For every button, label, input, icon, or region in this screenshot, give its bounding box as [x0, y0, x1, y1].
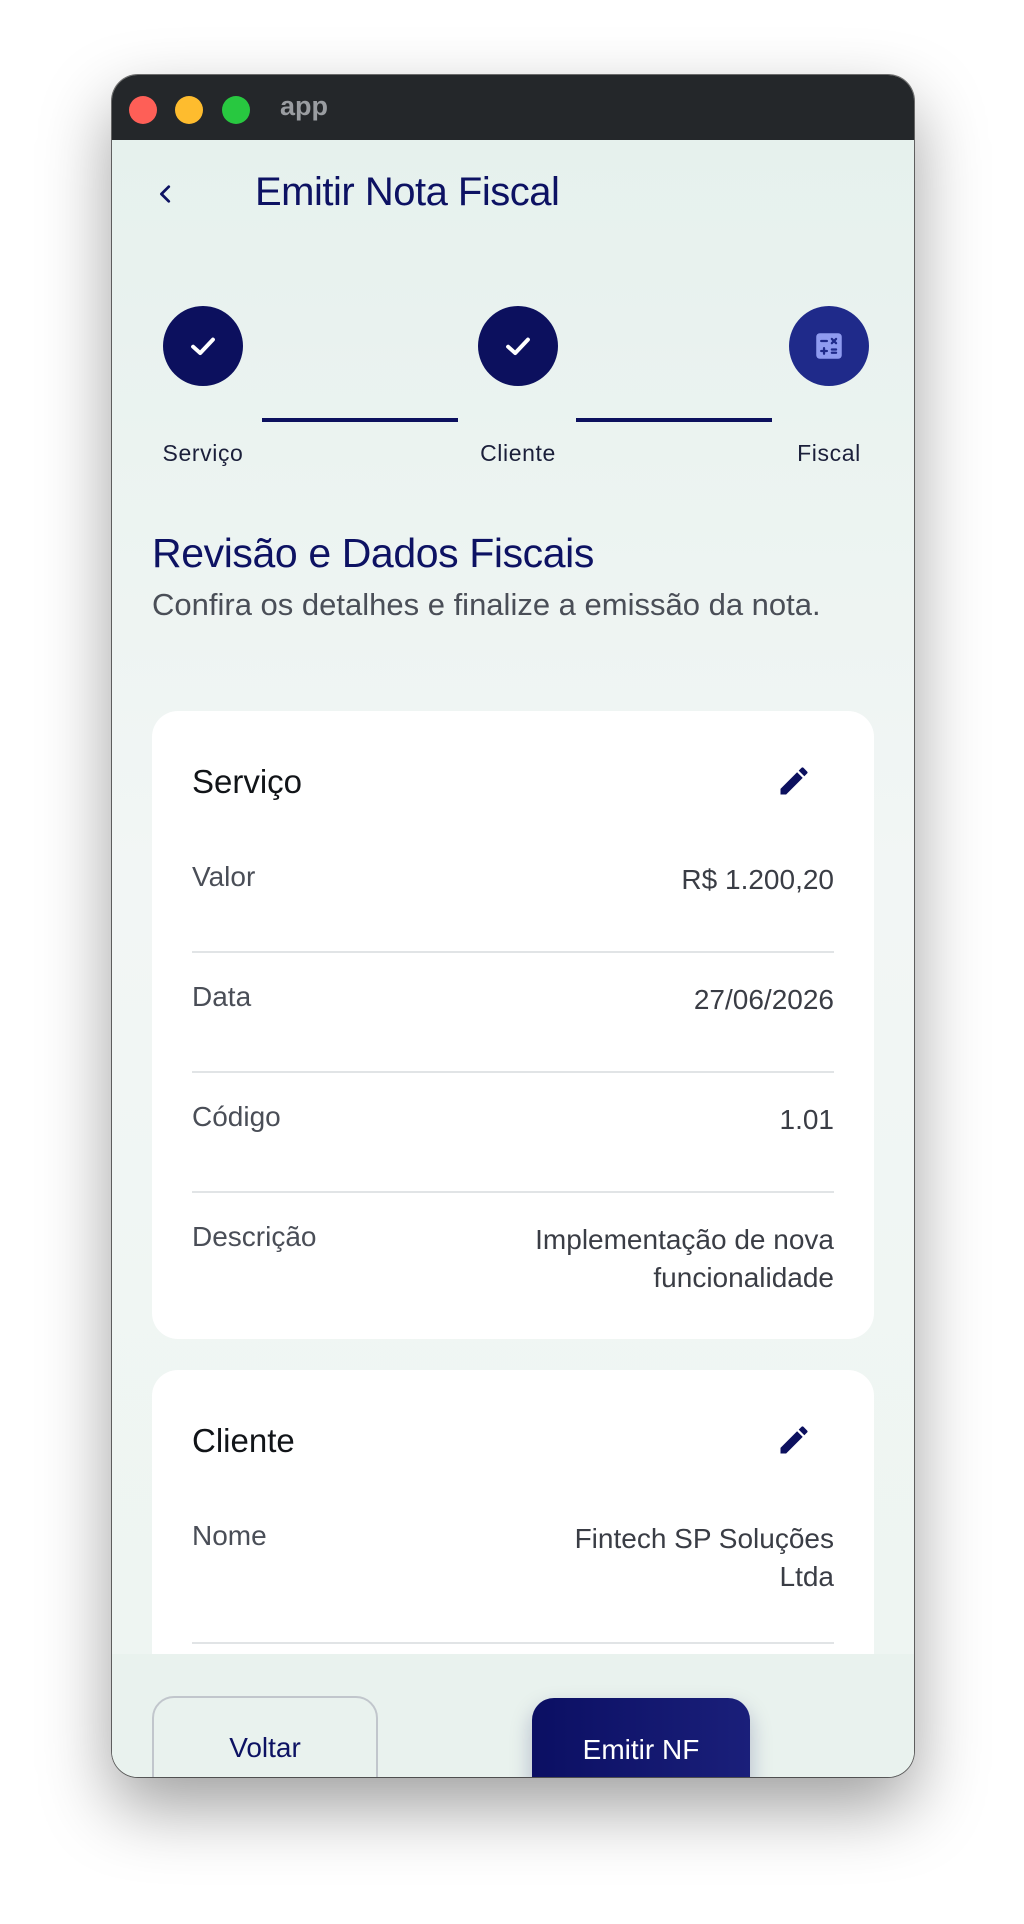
check-icon	[506, 337, 530, 356]
window-title: app	[280, 91, 329, 121]
pencil-icon	[780, 1426, 808, 1454]
section-subtitle: Confira os detalhes e finalize a emissão…	[152, 587, 821, 622]
row-value: Implementação de nova funcionalidade	[535, 1224, 834, 1293]
detail-row: Descrição Implementação de nova funciona…	[192, 1221, 834, 1311]
row-label: Nome	[192, 1520, 267, 1551]
step-connector	[576, 418, 772, 422]
back-step-button[interactable]: Voltar	[152, 1696, 378, 1777]
title-bar: app	[112, 75, 914, 140]
back-button[interactable]	[146, 174, 186, 214]
row-value: R$ 1.200,20	[681, 864, 834, 895]
card-title: Serviço	[192, 763, 303, 800]
app-window: app Emitir Nota Fiscal Serviço Cliente F…	[112, 75, 914, 1777]
step-servico-indicator[interactable]	[163, 306, 243, 386]
card-title: Cliente	[192, 1422, 295, 1459]
action-footer: Voltar Emitir NF	[112, 1654, 914, 1777]
row-label: Valor	[192, 861, 256, 892]
step-label: Cliente	[480, 440, 556, 466]
edit-client-button[interactable]	[772, 1418, 816, 1462]
detail-row: Código 1.01	[192, 1101, 834, 1193]
detail-row: Data 27/06/2026	[192, 981, 834, 1073]
screen-content: Emitir Nota Fiscal Serviço Cliente Fisca…	[112, 140, 914, 1777]
step-label: Fiscal	[797, 440, 861, 466]
page-title: Emitir Nota Fiscal	[255, 170, 560, 214]
calculator-icon	[816, 333, 842, 359]
edit-service-button[interactable]	[772, 759, 816, 803]
detail-row: Valor R$ 1.200,20	[192, 861, 834, 953]
step-label: Serviço	[162, 440, 244, 466]
step-cliente-indicator[interactable]	[478, 306, 558, 386]
row-value: 1.01	[779, 1104, 835, 1135]
chevron-left-icon	[160, 185, 171, 203]
emit-invoice-button[interactable]: Emitir NF	[532, 1698, 750, 1777]
section-title: Revisão e Dados Fiscais	[152, 530, 594, 576]
row-label: Data	[192, 981, 252, 1012]
step-connector	[262, 418, 458, 422]
service-summary-card: Serviço Valor R$ 1.200,20 Data 27/06/202…	[152, 711, 874, 1339]
row-label: Código	[192, 1101, 281, 1132]
maximize-window-button[interactable]	[222, 96, 250, 124]
pencil-icon	[780, 767, 808, 795]
row-value: 27/06/2026	[693, 984, 834, 1015]
detail-row: Nome Fintech SP Soluções Ltda	[192, 1520, 834, 1644]
row-label: Descrição	[192, 1221, 317, 1252]
minimize-window-button[interactable]	[175, 96, 203, 124]
check-icon	[191, 337, 215, 356]
step-fiscal-indicator[interactable]	[789, 306, 869, 386]
close-window-button[interactable]	[129, 96, 157, 124]
row-value: Fintech SP Soluções Ltda	[574, 1523, 834, 1592]
